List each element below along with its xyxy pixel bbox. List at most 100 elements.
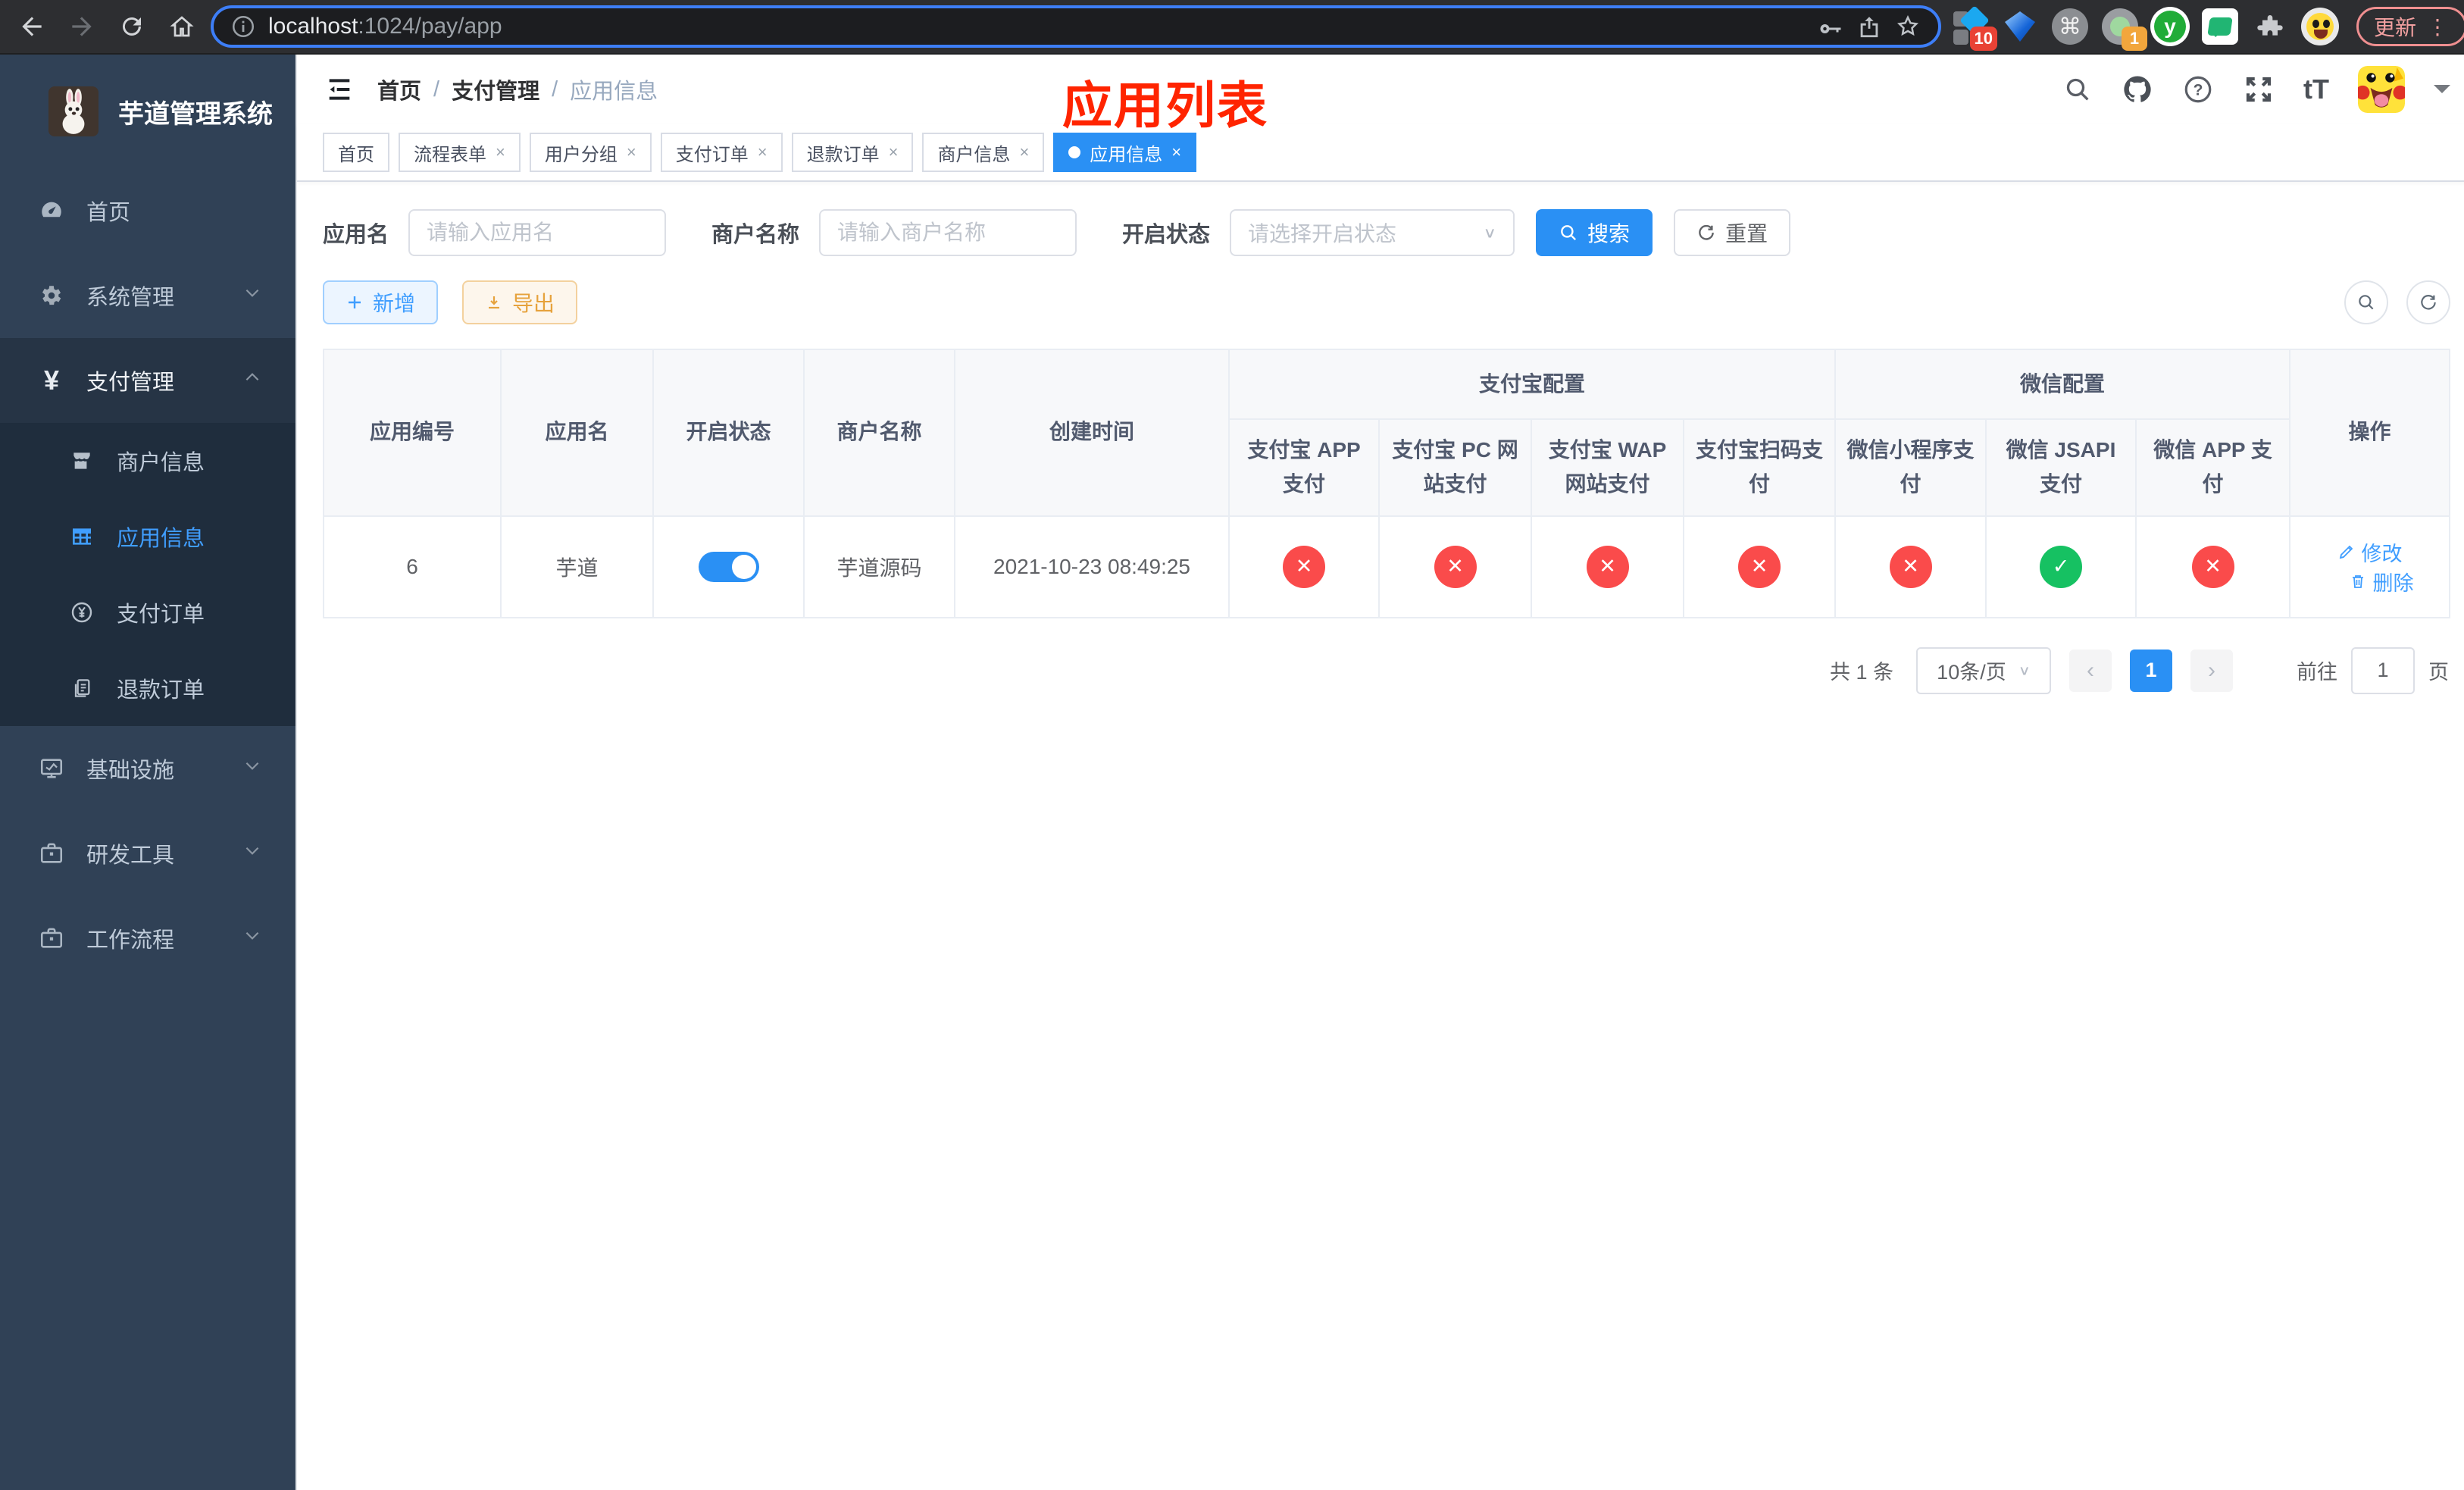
- page-size-select[interactable]: 10条/页 ∨: [1916, 646, 2051, 694]
- bookmark-star-icon[interactable]: [1894, 13, 1921, 40]
- tag-process-form[interactable]: 流程表单 ×: [399, 133, 521, 172]
- breadcrumb-home[interactable]: 首页: [377, 74, 421, 105]
- tab-close-icon[interactable]: ×: [1171, 142, 1181, 162]
- profile-avatar-emoji[interactable]: [2299, 5, 2341, 48]
- sidebar-fold-button[interactable]: [323, 73, 356, 106]
- search-button[interactable]: 搜索: [1536, 209, 1653, 256]
- add-button[interactable]: 新增: [323, 280, 439, 324]
- header-search-icon[interactable]: [2062, 74, 2093, 105]
- tag-pay-orders[interactable]: 支付订单 ×: [660, 133, 783, 172]
- avatar-dropdown-caret-icon[interactable]: [2434, 85, 2451, 102]
- extension-gem-icon[interactable]: [1999, 5, 2041, 48]
- dashboard-icon: [36, 198, 67, 224]
- tag-merchant-info[interactable]: 商户信息 ×: [922, 133, 1045, 172]
- sidebar-item-infrastructure[interactable]: 基础设施: [0, 726, 295, 811]
- shop-icon: [67, 449, 97, 473]
- cell-status: [652, 515, 805, 618]
- merchant-name-input[interactable]: [819, 209, 1077, 256]
- sidebar-item-dev-tools[interactable]: 研发工具: [0, 811, 295, 896]
- cell-alipay-qr: ✕: [1682, 515, 1837, 618]
- extension-tabs-outliner-icon[interactable]: 10: [1949, 5, 1997, 51]
- chevron-down-icon: ∨: [1483, 224, 1497, 241]
- chat-bubble-icon: [2202, 8, 2238, 45]
- sidebar-item-label: 首页: [86, 201, 131, 225]
- goto-label: 前往: [2297, 661, 2337, 684]
- tag-refund-orders[interactable]: 退款订单 ×: [791, 133, 914, 172]
- status-select[interactable]: 请选择开启状态 ∨: [1230, 209, 1515, 256]
- sidebar-logo[interactable]: 芋道管理系统: [0, 55, 295, 168]
- extension-recorder-icon[interactable]: 1: [2099, 5, 2147, 51]
- extension-command-icon[interactable]: ⌘: [2049, 5, 2091, 48]
- export-button[interactable]: 导出: [462, 280, 578, 324]
- share-icon[interactable]: [1856, 14, 1882, 39]
- cell-created: 2021-10-23 08:49:25: [954, 515, 1230, 618]
- chevron-down-icon: [242, 283, 262, 308]
- coin-yen-icon: [67, 600, 97, 624]
- sidebar-item-payment[interactable]: ¥ 支付管理: [0, 338, 295, 423]
- reset-button[interactable]: 重置: [1674, 209, 1791, 256]
- app-name-input[interactable]: [408, 209, 667, 256]
- monitor-icon: [36, 756, 67, 781]
- tag-label: 退款订单: [806, 144, 880, 165]
- breadcrumb-separator: /: [552, 77, 558, 102]
- blue-gem-icon: [2005, 11, 2035, 42]
- browser-back-button[interactable]: [11, 5, 53, 48]
- user-avatar[interactable]: [2358, 66, 2406, 113]
- chevron-down-icon: [242, 840, 262, 866]
- yen-icon: ¥: [43, 365, 60, 396]
- refresh-table-button[interactable]: [2406, 280, 2451, 324]
- chrome-update-button[interactable]: 更新 ⋮: [2356, 7, 2464, 46]
- chevron-down-icon: [242, 756, 262, 781]
- sidebar-item-merchant-info[interactable]: 商户信息: [0, 423, 295, 499]
- font-size-icon[interactable]: tT: [2303, 74, 2329, 105]
- prev-page-button[interactable]: ‹: [2069, 649, 2112, 692]
- tag-label: 流程表单: [414, 144, 486, 165]
- page-size-value: 10条/页: [1937, 661, 2006, 684]
- edit-link[interactable]: 修改: [2337, 537, 2403, 567]
- chrome-menu-dots-icon[interactable]: ⋮: [2427, 14, 2450, 39]
- top-navbar: 首页 / 支付管理 / 应用信息 应用列表 ? tT: [297, 55, 2464, 133]
- fullscreen-icon[interactable]: [2243, 74, 2275, 105]
- sidebar-item-home[interactable]: 首页: [0, 168, 295, 253]
- toggle-search-button[interactable]: [2344, 280, 2389, 324]
- home-icon: [170, 16, 194, 37]
- password-key-icon[interactable]: [1817, 13, 1844, 40]
- tab-close-icon[interactable]: ×: [758, 142, 768, 162]
- goto-page-input[interactable]: [2351, 646, 2415, 694]
- github-icon[interactable]: [2122, 74, 2153, 105]
- tab-close-icon[interactable]: ×: [1019, 142, 1029, 162]
- current-page-button[interactable]: 1: [2130, 649, 2172, 692]
- browser-reload-button[interactable]: [111, 5, 153, 48]
- hamburger-fold-icon: [329, 79, 350, 100]
- status-toggle[interactable]: [698, 551, 759, 582]
- extensions-puzzle-icon[interactable]: [2249, 5, 2291, 48]
- sidebar-item-system[interactable]: 系统管理: [0, 253, 295, 338]
- sidebar-item-label: 基础设施: [86, 759, 175, 783]
- sidebar-item-app-info[interactable]: 应用信息: [0, 499, 295, 574]
- help-icon[interactable]: ?: [2182, 74, 2214, 105]
- browser-home-button[interactable]: [161, 5, 203, 48]
- sidebar-item-refund-orders[interactable]: 退款订单: [0, 650, 295, 726]
- tag-home[interactable]: 首页: [323, 133, 389, 172]
- url-bar[interactable]: localhost:1024/pay/app: [211, 5, 1941, 48]
- extension-badge: 10: [1969, 27, 1997, 51]
- extension-chat-icon[interactable]: [2199, 5, 2241, 48]
- tag-user-group[interactable]: 用户分组 ×: [529, 133, 652, 172]
- extension-y-logo-icon[interactable]: y: [2149, 5, 2191, 48]
- sidebar-item-workflow[interactable]: 工作流程: [0, 896, 295, 981]
- delete-link[interactable]: 删除: [2349, 567, 2414, 596]
- add-button-label: 新增: [373, 292, 416, 315]
- refresh-icon: [1699, 224, 1714, 240]
- breadcrumb-separator: /: [433, 77, 440, 102]
- site-info-icon[interactable]: [230, 14, 256, 39]
- tab-close-icon[interactable]: ×: [496, 142, 505, 162]
- next-page-button[interactable]: ›: [2190, 649, 2233, 692]
- rabbit-logo-icon: [48, 86, 98, 136]
- url-text[interactable]: localhost:1024/pay/app: [268, 14, 1805, 39]
- browser-forward-button[interactable]: [61, 5, 103, 48]
- breadcrumb-payment[interactable]: 支付管理: [452, 74, 539, 105]
- tab-close-icon[interactable]: ×: [889, 142, 899, 162]
- sidebar-item-pay-orders[interactable]: 支付订单: [0, 574, 295, 650]
- tab-close-icon[interactable]: ×: [627, 142, 636, 162]
- tag-app-info-active[interactable]: 应用信息 ×: [1053, 133, 1197, 172]
